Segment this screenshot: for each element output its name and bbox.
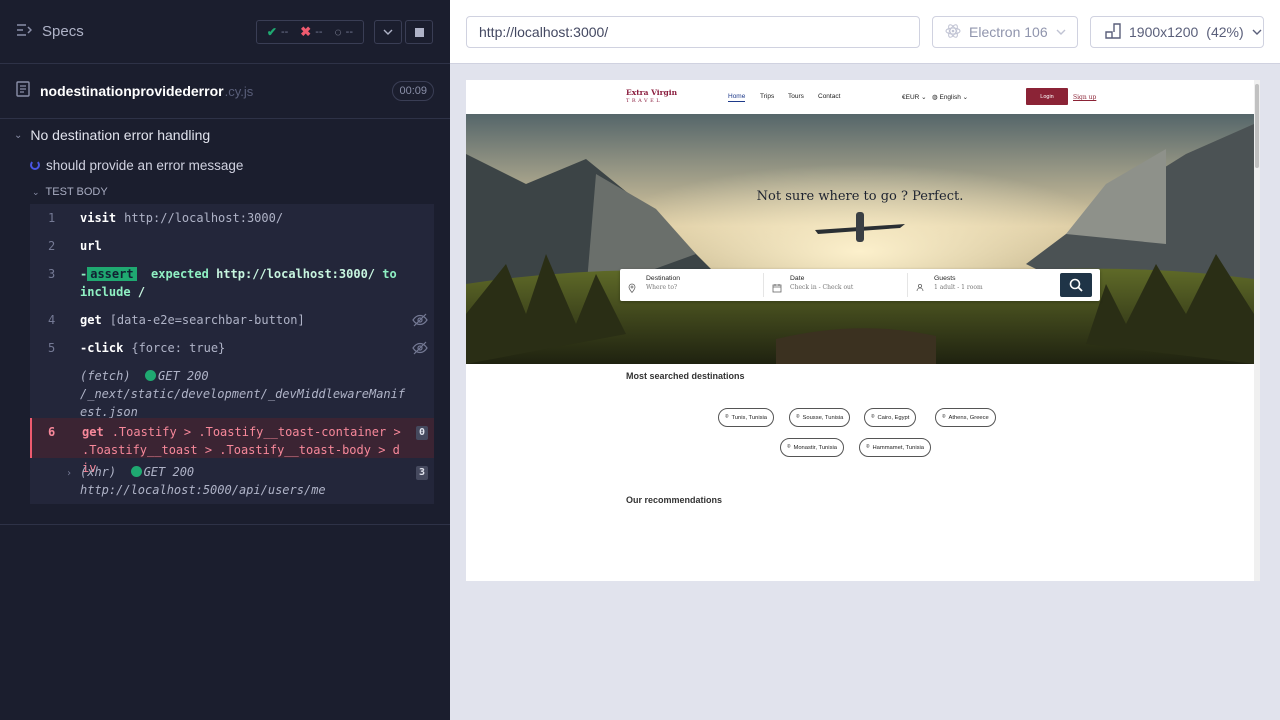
nav-home[interactable]: Home <box>728 93 746 102</box>
passed-stat: ✔ -- <box>266 25 289 39</box>
command-row[interactable]: 5 -click {force: true} <box>30 334 434 362</box>
site-navbar: Extra Virgin TRAVEL Home Trips Tours Con… <box>466 80 1254 114</box>
chevron-right-icon[interactable]: › <box>30 463 80 499</box>
search-bar: Destination Where to? Date Check in - Ch… <box>620 269 1100 301</box>
file-icon <box>16 80 30 102</box>
test-title[interactable]: should provide an error message <box>0 150 450 180</box>
pending-stat: ◌ -- <box>334 25 353 39</box>
hero-background-image <box>466 114 1254 364</box>
hero-title: Not sure where to go ? Perfect. <box>756 189 964 204</box>
specs-list-icon <box>16 23 33 41</box>
viewport-icon <box>1105 22 1121 42</box>
element-count-badge: 0 <box>415 426 428 440</box>
globe-icon: ◍ <box>932 94 938 101</box>
cypress-reporter: Specs ✔ -- ✖ -- ◌ -- nodestinationprovidede… <box>0 0 450 720</box>
suite-title[interactable]: ⌄ No destination error handling <box>0 120 450 150</box>
date-field[interactable]: Date Check in - Check out <box>764 273 908 297</box>
spec-duration: 00:09 <box>392 81 434 101</box>
reporter-header: Specs ✔ -- ✖ -- ◌ -- <box>0 0 450 64</box>
running-spinner-icon <box>30 160 40 170</box>
nav-tours[interactable]: Tours <box>788 93 804 100</box>
scrollbar-thumb[interactable] <box>1255 84 1259 168</box>
eye-slash-icon <box>412 341 428 360</box>
location-pin-icon <box>628 280 636 298</box>
stop-button[interactable] <box>405 20 433 44</box>
destination-chip[interactable]: ⌾ Tunis, Tunisia <box>718 408 775 427</box>
divider <box>0 524 450 525</box>
guests-field[interactable]: Guests 1 adult - 1 room <box>908 273 1052 297</box>
chevron-down-icon: ⌄ <box>32 186 40 197</box>
nav-contact[interactable]: Contact <box>818 93 840 100</box>
location-pin-icon: ⌾ <box>725 414 729 420</box>
signup-link[interactable]: Sign up <box>1073 94 1096 101</box>
destination-field[interactable]: Destination Where to? <box>620 273 764 297</box>
location-pin-icon: ⌾ <box>871 414 875 420</box>
search-icon <box>1069 278 1083 292</box>
stop-icon <box>414 27 424 37</box>
command-row[interactable]: 3 - assert expected http://localhost:3000… <box>30 260 434 306</box>
circle-icon: ◌ <box>334 25 342 39</box>
failed-stat: ✖ -- <box>300 24 323 39</box>
location-pin-icon: ⌾ <box>796 414 800 420</box>
nav-trips[interactable]: Trips <box>760 93 774 100</box>
searchbar-button[interactable] <box>1060 273 1092 297</box>
status-dot-icon <box>130 466 142 477</box>
browser-select[interactable]: Electron 106 <box>932 16 1078 48</box>
options-dropdown-button[interactable] <box>374 20 402 44</box>
spec-filename[interactable]: nodestinationprovidederror <box>40 83 224 99</box>
site-logo-sub: TRAVEL <box>626 98 663 104</box>
most-searched-title: Most searched destinations <box>626 371 745 381</box>
iframe-scrollbar[interactable] <box>1254 80 1260 581</box>
hero-banner: Not sure where to go ? Perfect. Destinat… <box>466 114 1254 364</box>
command-row[interactable]: (fetch) GET 200/_next/static/development… <box>30 362 434 419</box>
spec-title-row: nodestinationprovidederror .cy.js 00:09 <box>0 64 450 119</box>
status-dot-icon <box>145 370 157 381</box>
aut-toolbar: http://localhost:3000/ Electron 106 1900… <box>450 0 1280 64</box>
destination-chip[interactable]: ⌾ Sousse, Tunisia <box>789 408 851 427</box>
location-pin-icon: ⌾ <box>942 414 946 420</box>
specs-label: Specs <box>42 23 84 40</box>
calendar-icon <box>772 280 782 298</box>
test-stats: ✔ -- ✖ -- ◌ -- <box>255 20 364 44</box>
site-logo[interactable]: Extra Virgin <box>626 88 677 97</box>
command-row-failed[interactable]: 6 get .Toastify > .Toastify__toast-contai… <box>30 418 434 475</box>
check-icon: ✔ <box>266 25 277 39</box>
currency-select[interactable]: €EUR ⌄ <box>902 93 927 101</box>
test-body-toggle[interactable]: ⌄ TEST BODY <box>0 180 450 204</box>
spec-extension: .cy.js <box>224 83 254 99</box>
chevron-down-icon: ⌄ <box>14 129 23 141</box>
specs-toggle-button[interactable]: Specs <box>16 23 84 41</box>
location-pin-icon: ⌾ <box>866 444 870 450</box>
command-row[interactable]: 1 visit http://localhost:3000/ <box>30 204 434 232</box>
element-count-badge: 3 <box>415 466 428 480</box>
eye-slash-icon <box>412 313 428 332</box>
chevron-down-icon <box>1056 29 1066 35</box>
chevron-down-icon <box>383 29 393 35</box>
destination-chip[interactable]: ⌾ Monastir, Tunisia <box>780 438 844 457</box>
url-field[interactable]: http://localhost:3000/ <box>466 16 920 48</box>
recommendations-title: Our recommendations <box>626 495 723 505</box>
command-row[interactable]: › (xhr) GET 200 http://localhost:5000/api… <box>30 458 434 504</box>
assert-badge: assert <box>87 267 137 281</box>
users-icon <box>916 280 926 298</box>
electron-icon <box>945 23 961 42</box>
command-row[interactable]: 2 url <box>30 232 434 260</box>
viewport-select[interactable]: 1900x1200 (42%) <box>1090 16 1264 48</box>
destination-chip[interactable]: ⌾ Cairo, Egypt <box>864 408 917 427</box>
location-pin-icon: ⌾ <box>787 444 791 450</box>
destination-chip[interactable]: ⌾ Hammamet, Tunisia <box>859 438 932 457</box>
command-log: 1 visit http://localhost:3000/ 2 url 3 -a… <box>30 204 434 504</box>
language-select[interactable]: ◍ English ⌄ <box>932 93 968 101</box>
x-icon: ✖ <box>300 24 312 39</box>
app-under-test-panel: http://localhost:3000/ Electron 106 1900… <box>450 0 1280 720</box>
destination-chip[interactable]: ⌾ Athens, Greece <box>935 408 996 427</box>
chevron-down-icon <box>1252 29 1262 35</box>
login-button[interactable]: Login <box>1026 88 1068 105</box>
command-row[interactable]: 4 get [data-e2e=searchbar-button] <box>30 306 434 334</box>
aut-iframe: Extra Virgin TRAVEL Home Trips Tours Con… <box>466 80 1260 581</box>
